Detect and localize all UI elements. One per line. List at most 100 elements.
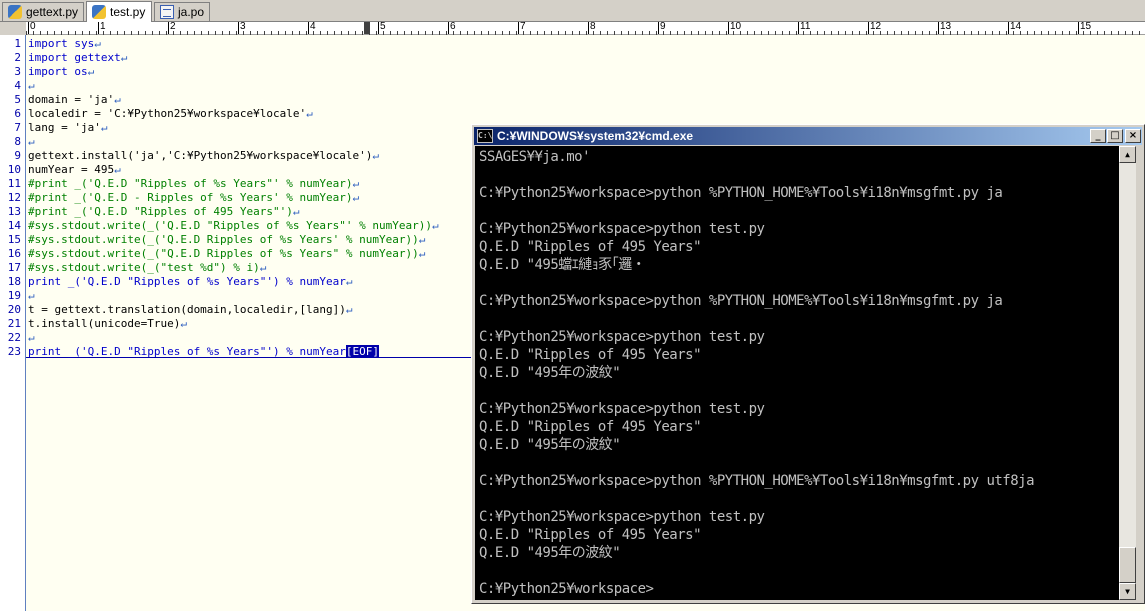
console-line: Q.E.D "495年の波紋" (479, 365, 621, 381)
tab-gettext-py[interactable]: gettext.py (2, 2, 84, 21)
tab-label: ja.po (178, 5, 205, 19)
eol-marker: ↵ (114, 163, 121, 176)
line-number: 10 (7, 163, 21, 176)
scroll-down-button[interactable]: ▼ (1119, 583, 1136, 600)
code-line[interactable]: import gettext↵ (28, 51, 127, 65)
eol-marker: ↵ (292, 205, 300, 218)
code-line[interactable]: ↵ (28, 331, 35, 345)
code-line[interactable]: lang = 'ja'↵ (28, 121, 107, 135)
ruler-ticks (26, 22, 1145, 35)
vertical-scrollbar[interactable]: ▲ ▼ (1119, 146, 1136, 600)
eol-marker: ↵ (28, 331, 35, 344)
code-text: import gettext (28, 51, 121, 64)
code-line[interactable]: #print _('Q.E.D "Ripples of 495 Years"')… (28, 205, 300, 219)
ruler-label: 10 (728, 21, 742, 34)
console-line: C:¥Python25¥workspace>python test.py (479, 401, 765, 417)
code-line[interactable]: #print _('Q.E.D - Ripples of %s Years' %… (28, 191, 359, 205)
code-line[interactable]: print _('Q.E.D "Ripples of %s Years"') %… (28, 275, 353, 289)
code-text: #print _('Q.E.D - Ripples of %s Years' %… (28, 191, 353, 204)
line-number: 4 (14, 79, 21, 92)
eol-marker: ↵ (87, 65, 95, 78)
ruler-label: 13 (938, 21, 952, 34)
code-text: #sys.stdout.write(_('Q.E.D Ripples of %s… (28, 233, 419, 246)
code-text: localedir = 'C:¥Python25¥workspace¥local… (28, 107, 307, 120)
cmd-title: C:¥WINDOWS¥system32¥cmd.exe (497, 129, 694, 143)
tab-label: gettext.py (26, 5, 79, 19)
code-line[interactable]: localedir = 'C:¥Python25¥workspace¥local… (28, 107, 313, 121)
console-line: C:¥Python25¥workspace> (479, 581, 654, 597)
code-line[interactable]: ↵ (28, 289, 35, 303)
line-number: 14 (7, 219, 21, 232)
code-text: import os (28, 65, 88, 78)
line-number: 18 (7, 275, 21, 288)
console-output[interactable]: SSAGES¥¥ja.mo' C:¥Python25¥workspace>pyth… (475, 146, 1119, 600)
cmd-title-bar[interactable]: C:\ C:¥WINDOWS¥system32¥cmd.exe _ □ × (474, 127, 1142, 145)
code-text: #sys.stdout.write(_('Q.E.D "Ripples of %… (28, 219, 432, 232)
code-line[interactable]: #sys.stdout.write(_("test %d") % i)↵ (28, 261, 266, 275)
eol-marker: ↵ (372, 149, 379, 162)
code-line[interactable]: #sys.stdout.write(_("Q.E.D Ripples of %s… (28, 247, 425, 261)
code-line[interactable]: #print _('Q.E.D "Ripples of %s Years"' %… (28, 177, 359, 191)
line-number: 21 (7, 317, 21, 330)
ruler-label: 12 (868, 21, 882, 34)
code-line[interactable]: #sys.stdout.write(_('Q.E.D Ripples of %s… (28, 233, 425, 247)
eol-marker: ↵ (259, 261, 267, 274)
minimize-button[interactable]: _ (1090, 129, 1106, 143)
tab-test-py[interactable]: test.py (86, 1, 152, 22)
code-line[interactable]: ↵ (28, 79, 35, 93)
eol-marker: ↵ (352, 177, 360, 190)
line-number: 15 (7, 233, 21, 246)
eol-marker: ↵ (345, 275, 353, 288)
ruler-label: 7 (518, 21, 526, 34)
line-number: 11 (7, 177, 21, 190)
python-file-icon (92, 5, 106, 19)
console-line: C:¥Python25¥workspace>python test.py (479, 221, 765, 237)
code-line[interactable]: numYear = 495↵ (28, 163, 121, 177)
console-line: C:¥Python25¥workspace>python %PYTHON_HOM… (479, 293, 1003, 309)
eol-marker: ↵ (100, 121, 108, 134)
code-line[interactable]: import os↵ (28, 65, 94, 79)
code-text: gettext.install('ja','C:¥Python25¥worksp… (28, 149, 373, 162)
console-line: C:¥Python25¥workspace>python %PYTHON_HOM… (479, 185, 1003, 201)
code-text: print _('Q.E.D "Ripples of %s Years"') %… (28, 275, 346, 288)
ruler-label: 11 (798, 21, 811, 34)
code-line[interactable]: domain = 'ja'↵ (28, 93, 121, 107)
eol-marker: ↵ (431, 219, 439, 232)
line-number: 2 (14, 51, 21, 64)
line-number: 3 (14, 65, 21, 78)
code-line[interactable]: t = gettext.translation(domain,localedir… (28, 303, 353, 317)
code-line[interactable]: import sys↵ (28, 37, 101, 51)
line-number: 19 (7, 289, 21, 302)
code-line[interactable]: gettext.install('ja','C:¥Python25¥worksp… (28, 149, 379, 163)
close-button[interactable]: × (1125, 129, 1141, 143)
console-line: SSAGES¥¥ja.mo' (479, 149, 591, 165)
line-number: 5 (14, 93, 21, 106)
code-line[interactable]: #sys.stdout.write(_('Q.E.D "Ripples of %… (28, 219, 439, 233)
scroll-thumb[interactable] (1119, 547, 1136, 583)
line-number: 23 (7, 345, 21, 358)
code-text: import sys (28, 37, 95, 50)
eol-marker: ↵ (94, 37, 101, 50)
code-line[interactable]: ↵ (28, 135, 35, 149)
eol-marker: ↵ (352, 191, 360, 204)
code-line[interactable]: print _('Q.E.D "Ripples of %s Years"') %… (28, 345, 380, 359)
line-number: 6 (14, 107, 21, 120)
eol-marker: ↵ (180, 317, 187, 330)
eol-marker: ↵ (114, 93, 121, 106)
maximize-button[interactable]: □ (1107, 129, 1123, 143)
console-line: C:¥Python25¥workspace>python test.py (479, 329, 765, 345)
code-text: #print _('Q.E.D "Ripples of 495 Years"') (28, 205, 293, 218)
ruler-label: 6 (448, 21, 456, 34)
line-number: 12 (7, 191, 21, 204)
eol-marker: ↵ (28, 289, 35, 302)
tab-ja-po[interactable]: ja.po (154, 2, 210, 21)
python-file-icon (8, 5, 22, 19)
cmd-window[interactable]: C:\ C:¥WINDOWS¥system32¥cmd.exe _ □ × SS… (471, 124, 1145, 604)
line-number-gutter: 1 2 3 4 5 6 7 8 9 10 11 12 13 14 15 16 17 18 19 20 21 22 23 (0, 35, 26, 611)
cmd-icon[interactable]: C:\ (477, 129, 493, 143)
console-line: C:¥Python25¥workspace>python test.py (479, 509, 765, 525)
eof-marker: [EOF] (345, 345, 380, 358)
scroll-up-button[interactable]: ▲ (1119, 146, 1136, 163)
tab-bar: gettext.py test.py ja.po (0, 0, 1145, 22)
code-line[interactable]: t.install(unicode=True)↵ (28, 317, 187, 331)
